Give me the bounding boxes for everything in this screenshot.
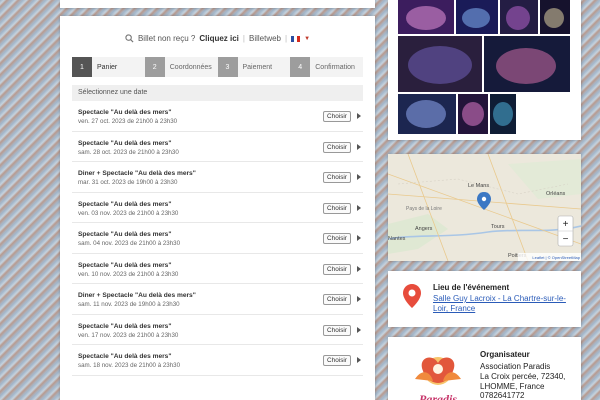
- organizer-card: Paradis Organisateur Association Paradis…: [388, 337, 581, 400]
- session-date: ven. 10 nov. 2023 de 21h00 à 23h30: [78, 270, 179, 278]
- expand-arrow-icon[interactable]: [357, 204, 361, 211]
- map-label-tours: Tours: [491, 224, 505, 230]
- session-title: Spectacle "Au delà des mers": [78, 200, 172, 208]
- organizer-phone: 0782641772: [480, 391, 525, 400]
- location-pin-icon: [403, 284, 421, 308]
- step-cart: 1 Panier: [72, 57, 145, 77]
- choose-button[interactable]: Choisir: [323, 294, 351, 305]
- choose-button[interactable]: Choisir: [323, 263, 351, 275]
- session-title: Spectacle "Au delà des mers": [78, 322, 172, 330]
- zoom-in-button[interactable]: +: [563, 219, 569, 230]
- choose-button[interactable]: Choisir: [323, 111, 351, 122]
- organizer-heading: Organisateur: [480, 350, 530, 359]
- event-location-card: Lieu de l'événement Salle Guy Lacroix - …: [388, 271, 581, 327]
- help-sep: |: [242, 34, 245, 43]
- step-confirmation: 4 Confirmation: [290, 57, 363, 77]
- organizer-city: LHOMME, France: [480, 382, 545, 391]
- expand-arrow-icon[interactable]: [357, 357, 361, 363]
- map-attribution[interactable]: Leaflet | © OpenStreetMap: [532, 255, 580, 260]
- choose-button[interactable]: Choisir: [323, 202, 351, 214]
- help-sep-2: |: [285, 34, 288, 43]
- step-details: 2 Coordonnées: [144, 57, 218, 77]
- photo-stage-1[interactable]: [398, 0, 454, 34]
- session-row: Diner + Spectacle "Au delà des mers" mar.…: [72, 162, 363, 193]
- session-title: Spectacle "Au delà des mers": [78, 353, 172, 360]
- map-label-pays-de-la-loire: Pays de la Loire: [406, 206, 442, 212]
- choose-button[interactable]: Choisir: [323, 355, 351, 366]
- map-label-nantes: Nantes: [388, 236, 406, 242]
- expand-arrow-icon[interactable]: [357, 265, 361, 272]
- session-row: Diner + Spectacle "Au delà des mers" sam.…: [72, 284, 363, 315]
- photo-stage-7[interactable]: [398, 94, 456, 134]
- session-title: Spectacle "Au delà des mers": [78, 139, 172, 147]
- choose-button[interactable]: Choisir: [323, 324, 351, 336]
- map-label-le-mans: Le Mans: [468, 183, 489, 189]
- photo-stage-4[interactable]: [540, 0, 570, 34]
- organizer-name: Association Paradis: [480, 362, 551, 371]
- expand-arrow-icon[interactable]: [357, 113, 361, 119]
- photo-stage-5[interactable]: [398, 36, 482, 92]
- session-title: Spectacle "Au delà des mers": [78, 261, 172, 269]
- photo-stage-2[interactable]: [456, 0, 498, 34]
- choose-button[interactable]: Choisir: [323, 172, 351, 183]
- photo-stage-8[interactable]: [458, 94, 488, 134]
- session-row: Spectacle "Au delà des mers" sam. 28 oct.…: [72, 132, 363, 162]
- expand-arrow-icon[interactable]: [357, 235, 361, 241]
- expand-arrow-icon[interactable]: [357, 174, 361, 180]
- map-canvas[interactable]: Le Mans Orléans Pays de la Loire Angers …: [387, 153, 582, 262]
- expand-arrow-icon[interactable]: [357, 326, 361, 333]
- choose-button[interactable]: Choisir: [323, 233, 351, 244]
- expand-arrow-icon[interactable]: [357, 296, 361, 302]
- event-map[interactable]: Le Mans Orléans Pays de la Loire Angers …: [387, 153, 582, 262]
- event-photo-gallery: [388, 0, 581, 140]
- session-title: Spectacle "Au delà des mers": [78, 231, 172, 238]
- choose-button[interactable]: Choisir: [323, 141, 351, 153]
- map-zoom-controls: + −: [557, 215, 574, 247]
- expand-arrow-icon[interactable]: [357, 143, 361, 150]
- session-row: Spectacle "Au delà des mers" ven. 10 nov.…: [72, 254, 363, 284]
- photo-stage-6[interactable]: [484, 36, 570, 92]
- session-list: Spectacle "Au delà des mers" ven. 27 oct.…: [60, 101, 375, 376]
- ticket-panel: Billet non reçu ? Cliquez ici | Billetwe…: [60, 16, 375, 400]
- paradis-logo: Paradis: [415, 357, 461, 400]
- organizer-street: La Croix percée, 72340,: [480, 372, 566, 381]
- location-address-link[interactable]: Salle Guy Lacroix - La Chartre-sur-le-Lo…: [433, 294, 573, 314]
- paradis-logo-text: Paradis: [419, 392, 457, 400]
- search-icon: [125, 34, 134, 43]
- session-title: Spectacle "Au delà des mers": [78, 109, 172, 116]
- session-row: Spectacle "Au delà des mers" sam. 04 nov.…: [72, 223, 363, 254]
- session-date: sam. 18 nov. 2023 de 21h00 à 23h30: [78, 362, 181, 369]
- session-title: Diner + Spectacle "Au delà des mers": [78, 292, 196, 299]
- session-row: Spectacle "Au delà des mers" ven. 03 nov.…: [72, 193, 363, 223]
- session-date: mar. 31 oct. 2023 de 19h00 à 23h30: [78, 179, 178, 186]
- session-date: ven. 27 oct. 2023 de 21h00 à 23h30: [78, 118, 178, 125]
- zoom-out-button[interactable]: −: [563, 234, 569, 245]
- map-label-angers: Angers: [415, 226, 433, 232]
- help-text: Billet non reçu ?: [137, 34, 196, 43]
- photo-stage-9[interactable]: [490, 94, 516, 134]
- step-payment: 3 Paiement: [217, 57, 291, 77]
- language-dropdown-icon[interactable]: ▼: [304, 36, 310, 42]
- date-section-heading: Sélectionnez une date: [72, 85, 363, 101]
- top-panel-edge: [60, 0, 375, 8]
- session-date: ven. 03 nov. 2023 de 21h00 à 23h30: [78, 209, 179, 217]
- map-label-orleans: Orléans: [546, 191, 566, 197]
- session-title: Diner + Spectacle "Au delà des mers": [78, 170, 196, 177]
- help-link[interactable]: Cliquez ici: [199, 34, 239, 43]
- session-date: sam. 11 nov. 2023 de 19h00 à 23h30: [78, 301, 180, 308]
- checkout-steps: 1 Panier 2 Coordonnées 3 Paiement 4 Confirma…: [72, 57, 363, 77]
- billetweb-link[interactable]: Billetweb: [249, 34, 281, 43]
- location-heading: Lieu de l'événement: [433, 283, 510, 292]
- photo-stage-3[interactable]: [500, 0, 538, 34]
- french-flag-icon[interactable]: [291, 35, 301, 42]
- session-date: sam. 04 nov. 2023 de 21h00 à 23h30: [78, 240, 181, 247]
- session-date: sam. 28 oct. 2023 de 21h00 à 23h30: [78, 148, 179, 156]
- session-row: Spectacle "Au delà des mers" sam. 18 nov.…: [72, 345, 363, 376]
- session-date: ven. 17 nov. 2023 de 21h00 à 23h30: [78, 331, 179, 339]
- session-row: Spectacle "Au delà des mers" ven. 17 nov.…: [72, 315, 363, 345]
- session-row: Spectacle "Au delà des mers" ven. 27 oct.…: [72, 101, 363, 132]
- ticket-help-bar: Billet non reçu ? Cliquez ici | Billetwe…: [60, 34, 375, 43]
